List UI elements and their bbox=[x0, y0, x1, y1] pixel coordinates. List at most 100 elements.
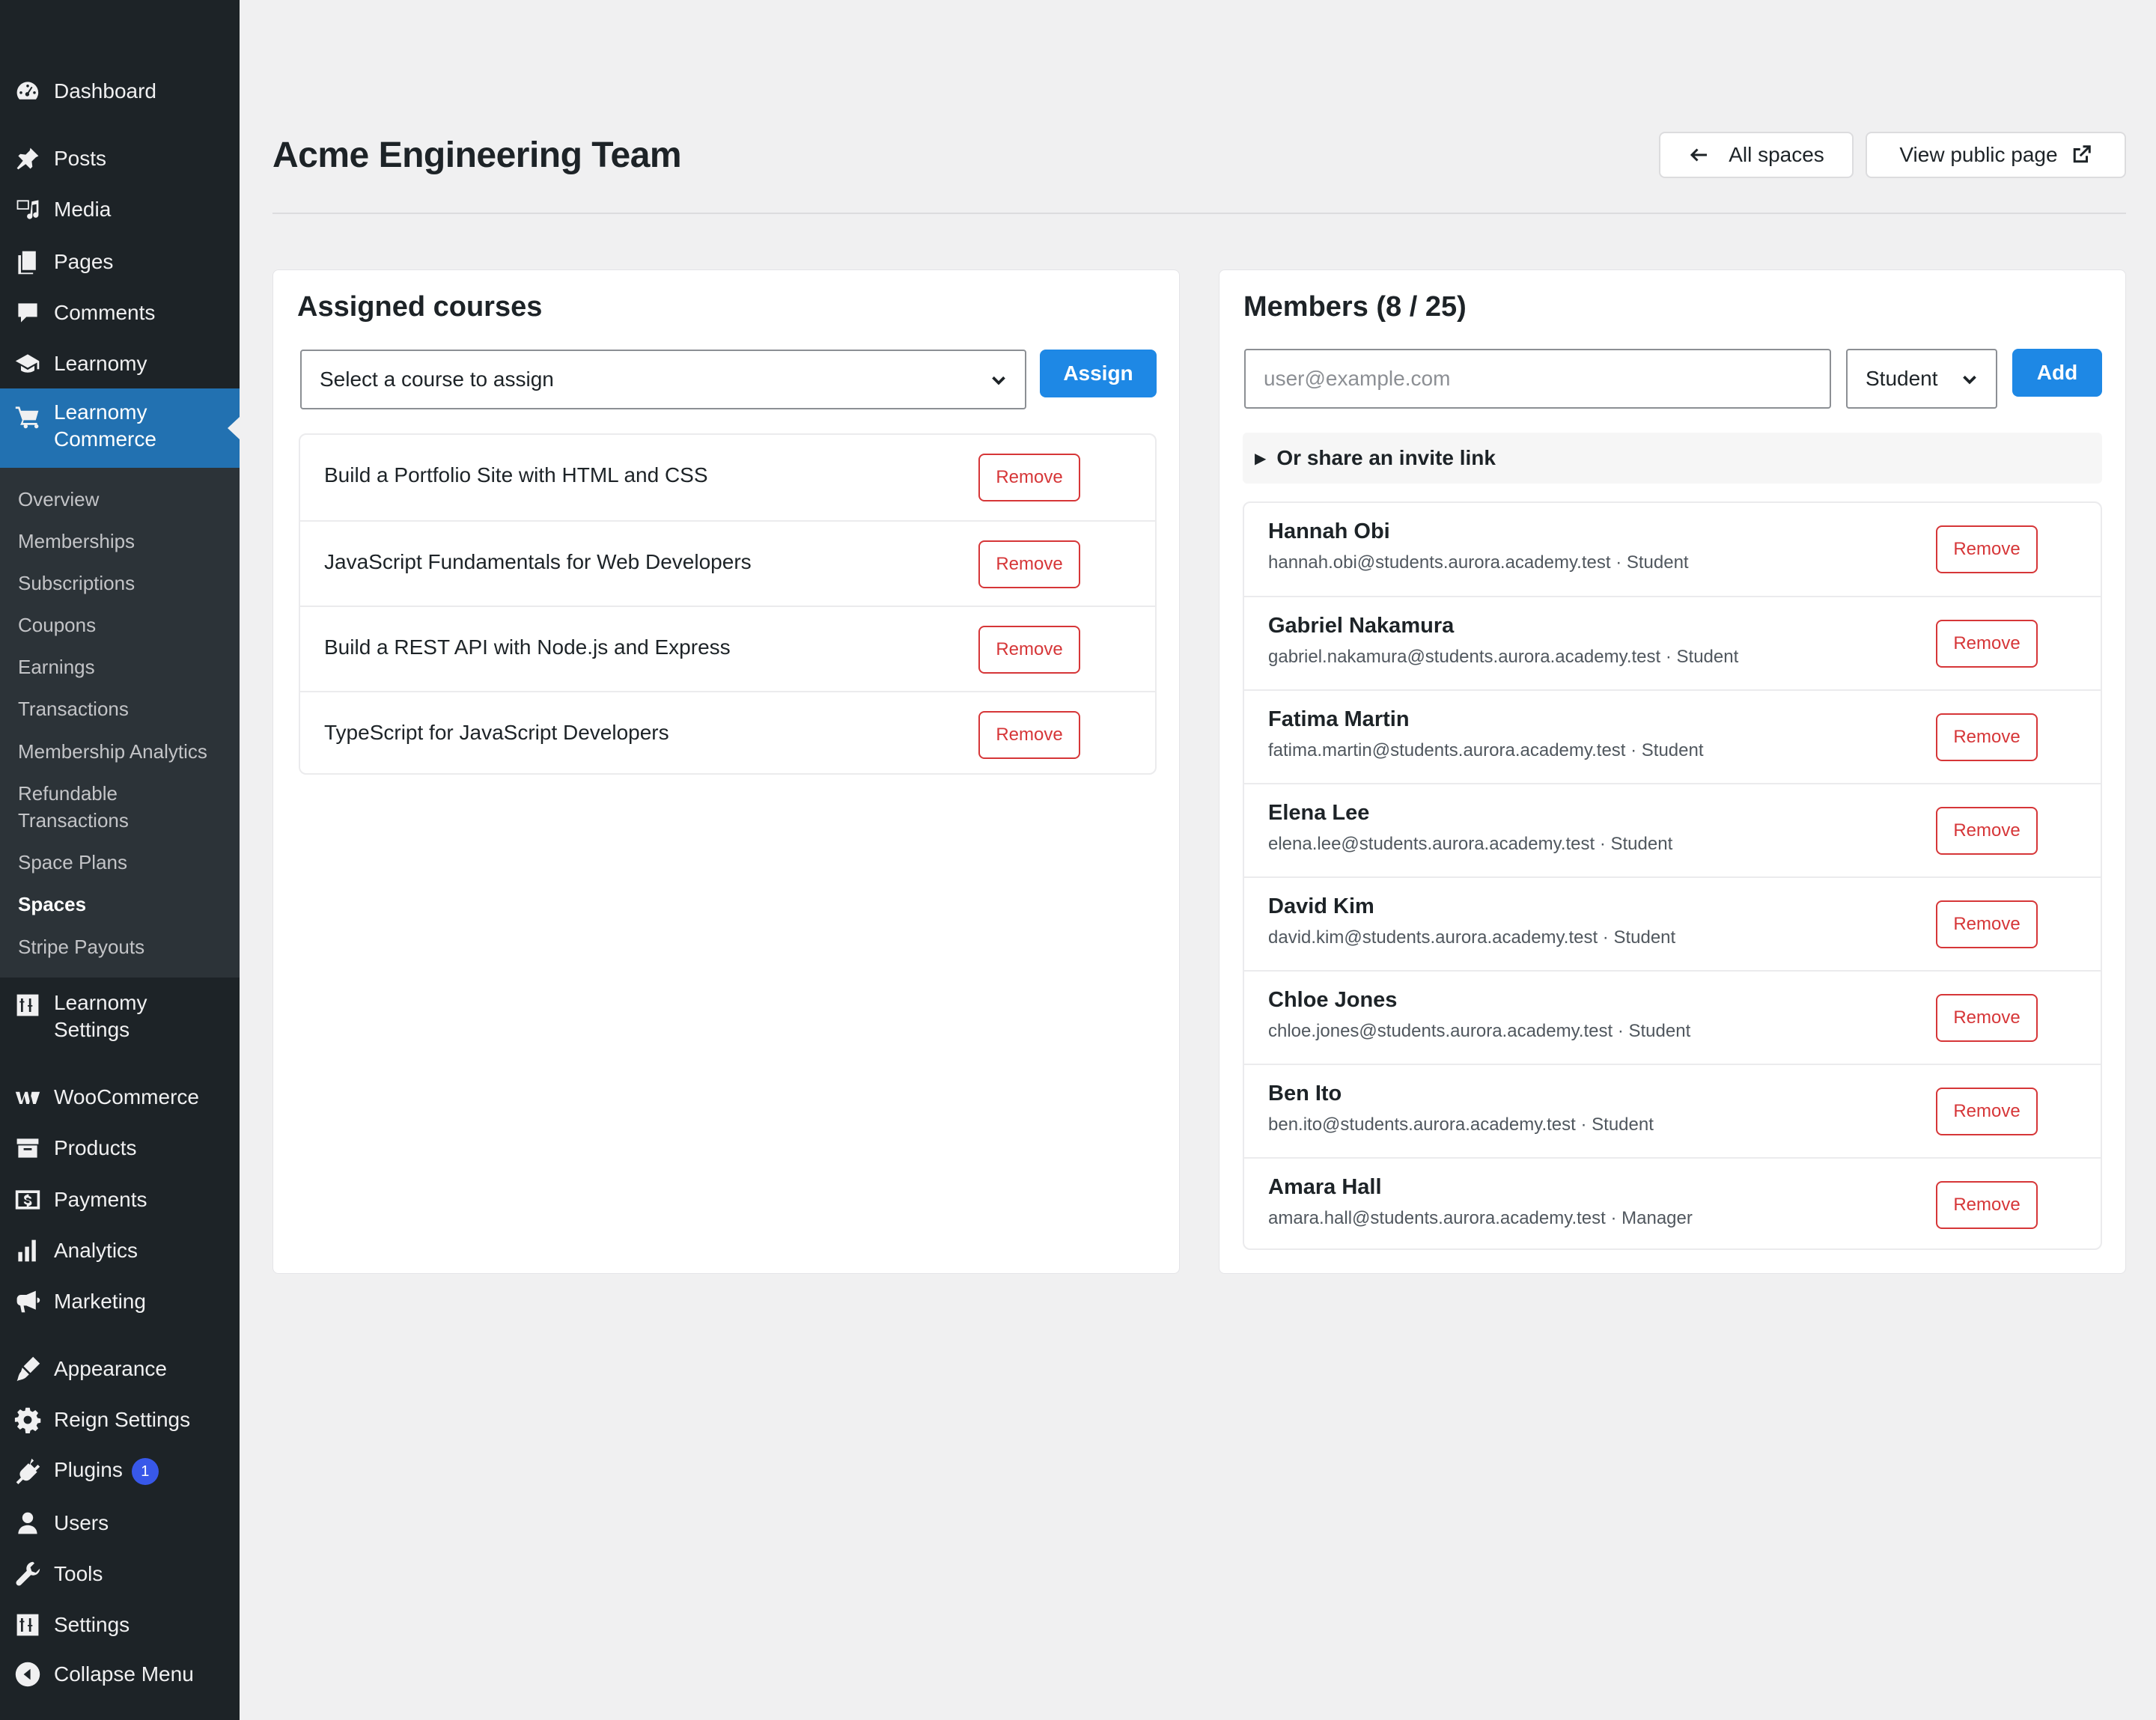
menu-item-analytics[interactable]: Analytics bbox=[0, 1225, 240, 1276]
member-name: David Kim bbox=[1268, 894, 1374, 918]
submenu-item-space-plans[interactable]: Space Plans bbox=[18, 849, 127, 876]
menu-item-settings[interactable]: Settings bbox=[0, 1599, 240, 1650]
email-input[interactable]: user@example.com bbox=[1244, 349, 1831, 409]
all-spaces-button[interactable]: All spaces bbox=[1659, 132, 1854, 178]
remove-course-button[interactable]: Remove bbox=[978, 626, 1080, 674]
invite-link-toggle[interactable]: ▶ Or share an invite link bbox=[1243, 433, 2102, 484]
role-select[interactable]: Student bbox=[1846, 349, 1997, 409]
menu-item-users[interactable]: Users bbox=[0, 1498, 240, 1549]
view-public-label: View public page bbox=[1899, 143, 2058, 166]
menu-label: Plugins 1 bbox=[54, 1457, 159, 1485]
menu-item-dashboard[interactable]: Dashboard bbox=[0, 66, 240, 117]
panel-title: Members (8 / 25) bbox=[1243, 291, 1467, 323]
member-meta: david.kim@students.aurora.academy.test ·… bbox=[1268, 927, 1676, 948]
course-title: TypeScript for JavaScript Developers bbox=[324, 721, 669, 744]
remove-member-button[interactable]: Remove bbox=[1936, 807, 2038, 855]
menu-item-payments[interactable]: Payments bbox=[0, 1174, 240, 1225]
remove-member-button[interactable]: Remove bbox=[1936, 900, 2038, 948]
submenu-item-refundable-line1[interactable]: Refundable bbox=[18, 780, 118, 807]
menu-label: Reign Settings bbox=[54, 1408, 191, 1431]
member-list: Hannah Obi hannah.obi@students.aurora.ac… bbox=[1243, 501, 2102, 1250]
member-name: Elena Lee bbox=[1268, 801, 1370, 825]
dashboard-icon bbox=[13, 77, 42, 106]
member-row: Amara Hall amara.hall@students.aurora.ac… bbox=[1244, 1157, 2101, 1250]
menu-label: Posts bbox=[54, 147, 107, 170]
course-title: Build a Portfolio Site with HTML and CSS bbox=[324, 463, 708, 487]
page-title: Acme Engineering Team bbox=[272, 135, 682, 175]
all-spaces-label: All spaces bbox=[1729, 143, 1824, 166]
remove-member-button[interactable]: Remove bbox=[1936, 713, 2038, 761]
invite-label: Or share an invite link bbox=[1276, 446, 1496, 469]
member-row: Gabriel Nakamura gabriel.nakamura@studen… bbox=[1244, 596, 2101, 689]
menu-item-media[interactable]: Media bbox=[0, 184, 240, 235]
gear-icon bbox=[13, 1406, 42, 1434]
member-name: Ben Ito bbox=[1268, 1082, 1342, 1106]
remove-member-button[interactable]: Remove bbox=[1936, 525, 2038, 573]
bar-chart-icon bbox=[13, 1236, 42, 1265]
user-icon bbox=[13, 1509, 42, 1537]
menu-item-appearance[interactable]: Appearance bbox=[0, 1344, 240, 1394]
menu-item-plugins[interactable]: Plugins 1 bbox=[0, 1445, 240, 1496]
settings-sliders-icon bbox=[13, 1611, 42, 1639]
menu-label: Learnomy bbox=[54, 352, 147, 375]
submenu-item-memberships[interactable]: Memberships bbox=[18, 528, 135, 555]
menu-item-woocommerce[interactable]: WooCommerce bbox=[0, 1072, 240, 1123]
menu-item-posts[interactable]: Posts bbox=[0, 133, 240, 184]
view-public-page-button[interactable]: View public page bbox=[1866, 132, 2126, 178]
menu-label-line1: Learnomy bbox=[54, 400, 147, 424]
remove-course-button[interactable]: Remove bbox=[978, 540, 1080, 588]
submenu-item-spaces[interactable]: Spaces bbox=[18, 891, 86, 918]
member-row: Chloe Jones chloe.jones@students.aurora.… bbox=[1244, 970, 2101, 1064]
submenu-item-stripe-payouts[interactable]: Stripe Payouts bbox=[18, 933, 144, 960]
menu-label: Marketing bbox=[54, 1290, 146, 1313]
remove-member-button[interactable]: Remove bbox=[1936, 1181, 2038, 1229]
menu-item-learnomy[interactable]: Learnomy bbox=[0, 338, 240, 389]
submenu-item-transactions[interactable]: Transactions bbox=[18, 695, 129, 722]
collapse-icon bbox=[13, 1660, 42, 1689]
menu-label: Collapse Menu bbox=[54, 1662, 194, 1686]
settings-sliders-icon bbox=[13, 991, 42, 1019]
submenu-item-subscriptions[interactable]: Subscriptions bbox=[18, 570, 135, 597]
remove-member-button[interactable]: Remove bbox=[1936, 994, 2038, 1042]
arrow-left-icon bbox=[1688, 144, 1711, 166]
submenu-item-earnings[interactable]: Earnings bbox=[18, 653, 95, 680]
menu-item-marketing[interactable]: Marketing bbox=[0, 1276, 240, 1327]
brush-icon bbox=[13, 1355, 42, 1383]
menu-item-pages[interactable]: Pages bbox=[0, 237, 240, 287]
wrench-icon bbox=[13, 1560, 42, 1588]
menu-label-line2: Commerce bbox=[54, 427, 156, 451]
course-row: JavaScript Fundamentals for Web Develope… bbox=[300, 520, 1155, 606]
menu-item-tools[interactable]: Tools bbox=[0, 1549, 240, 1599]
assign-button[interactable]: Assign bbox=[1040, 350, 1157, 397]
member-row: David Kim david.kim@students.aurora.acad… bbox=[1244, 876, 2101, 970]
member-row: Hannah Obi hannah.obi@students.aurora.ac… bbox=[1244, 503, 2101, 596]
menu-item-learnomy-settings[interactable]: Learnomy Settings bbox=[0, 986, 240, 1048]
menu-item-reign-settings[interactable]: Reign Settings bbox=[0, 1394, 240, 1445]
course-select-value: Select a course to assign bbox=[320, 368, 554, 391]
course-row: TypeScript for JavaScript Developers Rem… bbox=[300, 691, 1155, 775]
remove-course-button[interactable]: Remove bbox=[978, 711, 1080, 759]
submenu-item-overview[interactable]: Overview bbox=[18, 486, 99, 513]
remove-member-button[interactable]: Remove bbox=[1936, 1088, 2038, 1135]
remove-member-button[interactable]: Remove bbox=[1936, 620, 2038, 668]
submenu-item-membership-analytics[interactable]: Membership Analytics bbox=[18, 738, 207, 765]
graduation-cap-icon bbox=[13, 350, 42, 378]
update-count-badge: 1 bbox=[131, 1457, 159, 1485]
menu-item-comments[interactable]: Comments bbox=[0, 287, 240, 338]
member-meta: fatima.martin@students.aurora.academy.te… bbox=[1268, 740, 1704, 760]
menu-item-learnomy-commerce[interactable]: Learnomy Commerce bbox=[0, 388, 240, 468]
submenu-item-coupons[interactable]: Coupons bbox=[18, 612, 96, 638]
collapse-menu-button[interactable]: Collapse Menu bbox=[0, 1649, 240, 1700]
header-divider bbox=[272, 213, 2126, 214]
remove-course-button[interactable]: Remove bbox=[978, 454, 1080, 501]
submenu-item-refundable-line2[interactable]: Transactions bbox=[18, 807, 129, 834]
assigned-courses-panel: Assigned courses Select a course to assi… bbox=[272, 269, 1180, 1274]
menu-label: Appearance bbox=[54, 1357, 168, 1380]
member-name: Gabriel Nakamura bbox=[1268, 614, 1455, 638]
pin-icon bbox=[13, 144, 42, 173]
course-select[interactable]: Select a course to assign bbox=[300, 350, 1026, 409]
add-member-button[interactable]: Add bbox=[2012, 349, 2102, 397]
menu-label: Media bbox=[54, 198, 112, 221]
menu-item-products[interactable]: Products bbox=[0, 1123, 240, 1174]
member-meta: amara.hall@students.aurora.academy.test … bbox=[1268, 1208, 1693, 1228]
